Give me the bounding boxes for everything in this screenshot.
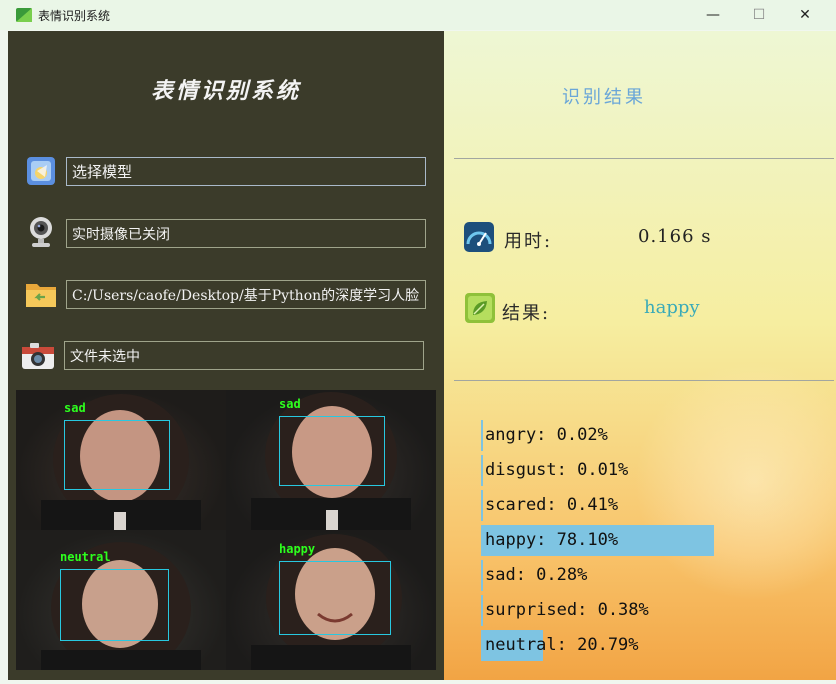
- camera-status-field[interactable]: 实时摄像已关闭: [66, 219, 426, 248]
- window-title: 表情识别系统: [38, 9, 111, 23]
- probability-row: scared: 0.41%: [481, 490, 781, 522]
- minimize-button[interactable]: —: [690, 0, 736, 30]
- result-panel: 识别结果 用时: 0.166 s 结果: happy angry: 0.02% d…: [444, 31, 836, 680]
- probability-row: happy: 78.10%: [481, 525, 781, 557]
- control-panel: 表情识别系统 选择模型 实时摄像已关闭 C:/Users/caofe/Deskt…: [8, 31, 444, 680]
- probability-row: surprised: 0.38%: [481, 595, 781, 627]
- face-cell-sad-2: sad: [226, 390, 436, 530]
- file-path-field[interactable]: C:/Users/caofe/Desktop/基于Python的深度学习人脸: [66, 280, 426, 309]
- result-leaf-icon: [465, 293, 495, 323]
- open-folder-icon[interactable]: [23, 276, 59, 312]
- time-label: 用时:: [504, 231, 553, 252]
- divider-top: [454, 158, 834, 159]
- file-status-field[interactable]: 文件未选中: [64, 341, 424, 370]
- probability-row: disgust: 0.01%: [481, 455, 781, 487]
- probability-text: disgust: 0.01%: [485, 460, 629, 480]
- model-folder-icon[interactable]: [23, 153, 59, 189]
- face-bounding-box: [279, 561, 391, 635]
- face-label: neutral: [60, 550, 111, 564]
- result-title: 识别结果: [562, 87, 646, 108]
- face-cell-sad-1: sad: [16, 390, 226, 530]
- probability-text: neutral: 20.79%: [485, 635, 639, 655]
- probability-text: sad: 0.28%: [485, 565, 588, 585]
- probability-bar: [481, 595, 483, 626]
- divider-bottom: [454, 380, 834, 381]
- face-label: sad: [279, 397, 301, 411]
- face-label: happy: [279, 542, 316, 556]
- face-cell-neutral: neutral: [16, 530, 226, 670]
- camera-icon[interactable]: [20, 338, 56, 374]
- title-bar[interactable]: 表情识别系统 — ☐ ✕: [0, 0, 836, 30]
- face-cell-happy: happy: [226, 530, 436, 670]
- maximize-button[interactable]: ☐: [736, 0, 782, 30]
- probability-text: scared: 0.41%: [485, 495, 619, 515]
- face-label: sad: [64, 401, 86, 415]
- face-bounding-box: [60, 569, 169, 641]
- app-logo-icon: [16, 8, 32, 22]
- probability-row: neutral: 20.79%: [481, 630, 781, 662]
- probability-bar: [481, 455, 483, 486]
- close-button[interactable]: ✕: [782, 0, 828, 30]
- probability-text: happy: 78.10%: [485, 530, 619, 550]
- webcam-icon[interactable]: [23, 214, 59, 250]
- model-select-field[interactable]: 选择模型: [66, 157, 426, 186]
- probability-bar: [481, 420, 483, 451]
- time-value: 0.166 s: [638, 226, 712, 247]
- probability-bar: [481, 560, 483, 591]
- probability-row: angry: 0.02%: [481, 420, 781, 452]
- result-value: happy: [644, 297, 700, 318]
- app-window: 表情识别系统 — ☐ ✕ 表情识别系统 选择模型 实时摄像已关闭 C:/User…: [0, 0, 836, 684]
- app-title: 表情识别系统: [150, 78, 301, 104]
- result-label: 结果:: [502, 303, 551, 324]
- face-bounding-box: [64, 420, 170, 490]
- timer-gauge-icon: [464, 222, 494, 252]
- probability-text: angry: 0.02%: [485, 425, 608, 445]
- probability-bar: [481, 490, 483, 521]
- probability-row: sad: 0.28%: [481, 560, 781, 592]
- probability-text: surprised: 0.38%: [485, 600, 649, 620]
- face-bounding-box: [279, 416, 385, 486]
- detection-image: sad sad neutral happy: [16, 390, 436, 670]
